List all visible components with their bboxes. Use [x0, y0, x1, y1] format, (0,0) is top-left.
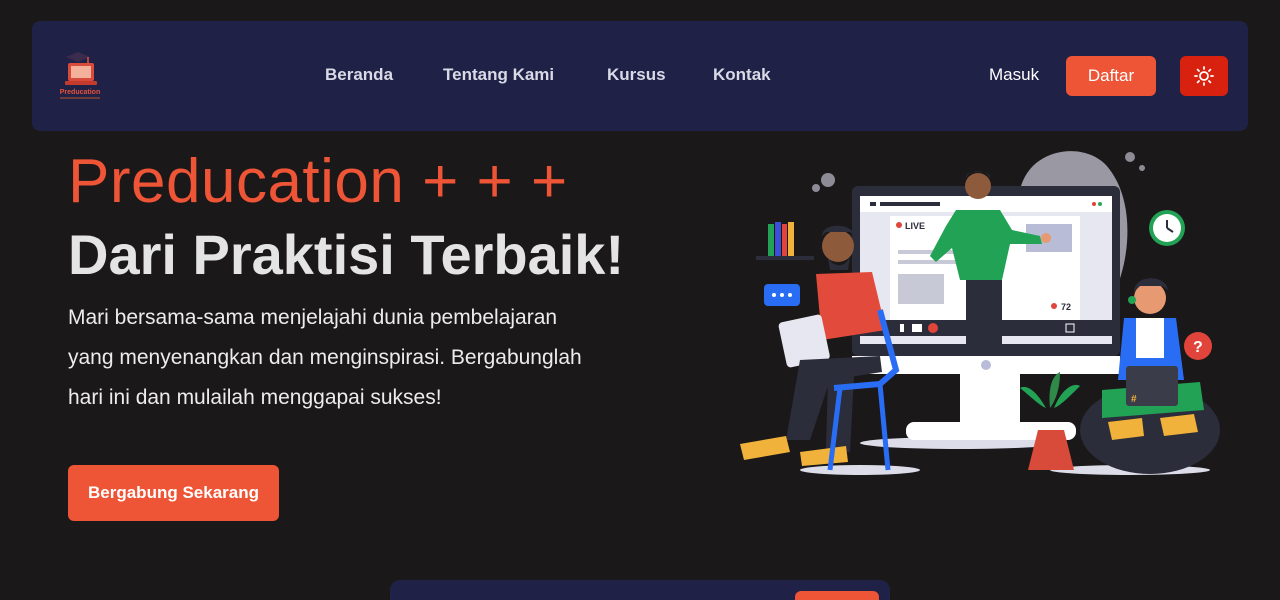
nav-link-kontak[interactable]: Kontak — [713, 65, 771, 85]
page: Preducation Beranda Tentang Kami Kursus … — [0, 0, 1280, 600]
brand-name: Preducation — [59, 89, 101, 96]
nav-link-kursus[interactable]: Kursus — [607, 65, 666, 85]
bottom-card — [390, 580, 890, 600]
login-link[interactable]: Masuk — [989, 65, 1039, 85]
viewer-count: 72 — [1061, 302, 1071, 312]
register-button[interactable]: Daftar — [1066, 56, 1156, 96]
nav-link-tentang-kami[interactable]: Tentang Kami — [443, 65, 554, 85]
svg-text:?: ? — [1193, 339, 1203, 356]
nav-link-beranda[interactable]: Beranda — [325, 65, 393, 85]
bottom-card-button[interactable] — [795, 591, 879, 600]
navbar: Preducation Beranda Tentang Kami Kursus … — [32, 21, 1248, 131]
hero-subtitle: Dari Praktisi Terbaik! — [68, 223, 625, 286]
hero-title: Preducation + + + — [68, 147, 568, 216]
join-now-button[interactable]: Bergabung Sekarang — [68, 465, 279, 521]
hero-illustration: LIVE 72 ? # — [730, 140, 1220, 485]
brand-logo[interactable]: Preducation — [56, 51, 104, 101]
theme-toggle-button[interactable] — [1180, 56, 1228, 96]
brand-tagline-bar — [60, 97, 100, 99]
sun-icon — [1194, 66, 1214, 86]
hero-description: Mari bersama-sama menjelajahi dunia pemb… — [68, 306, 582, 409]
live-label: LIVE — [905, 221, 925, 231]
online-learning-illustration: LIVE 72 ? # — [740, 151, 1220, 475]
laptop-graduation-icon — [65, 52, 97, 85]
svg-text:#: # — [1131, 394, 1137, 405]
